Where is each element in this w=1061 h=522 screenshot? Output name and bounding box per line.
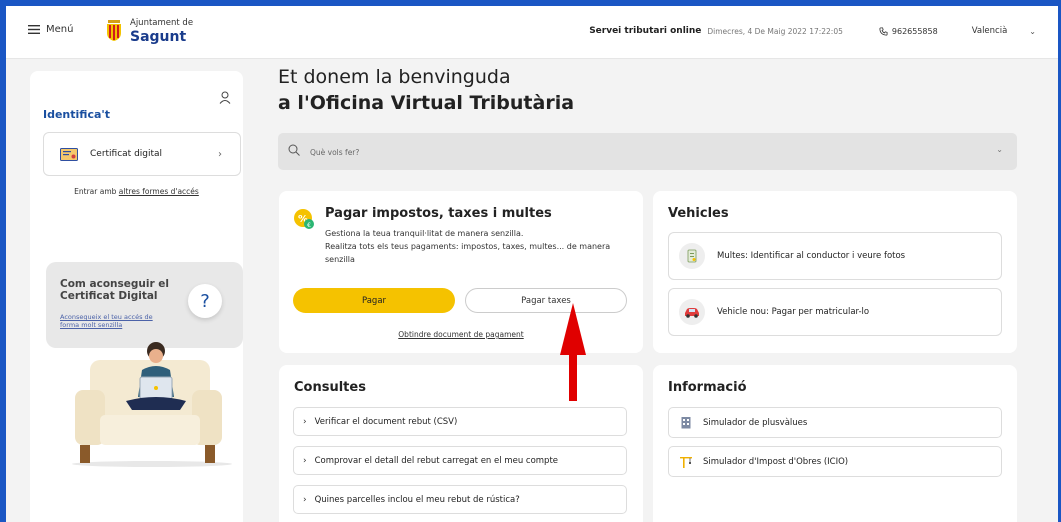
vehicles-card: Vehicles Multes: Identificar al conducto… xyxy=(653,191,1017,353)
digital-certificate-button[interactable]: Certificat digital › xyxy=(43,132,241,176)
chevron-down-icon[interactable]: ⌄ xyxy=(1029,27,1036,36)
vehicle-item-fines[interactable]: Multes: Identificar al conductor i veure… xyxy=(668,232,1002,280)
logo-subtitle: Ajuntament de xyxy=(130,18,194,28)
user-icon[interactable] xyxy=(219,91,231,104)
search-input[interactable] xyxy=(308,142,962,162)
car-icon xyxy=(679,299,705,325)
pay-button[interactable]: Pagar xyxy=(293,288,455,313)
query-item-receipt[interactable]: › Comprovar el detall del rebut carregat… xyxy=(293,446,627,475)
query-item-label: Comprovar el detall del rebut carregat e… xyxy=(314,455,559,466)
chevron-right-icon: › xyxy=(218,148,222,160)
query-item-label: Quines parcelles inclou el meu rebut de … xyxy=(314,494,520,505)
payments-line-1: Gestiona la teua tranquil·litat de maner… xyxy=(325,229,524,238)
phone-icon xyxy=(879,26,888,36)
info-item-label: Simulador d'Impost d'Obres (ICIO) xyxy=(703,456,849,467)
other-access-link[interactable]: altres formes d'accés xyxy=(119,187,199,196)
payments-description: Gestiona la teua tranquil·litat de maner… xyxy=(325,227,635,266)
info-item-icio[interactable]: Simulador d'Impost d'Obres (ICIO) xyxy=(668,446,1002,477)
query-item-parcels[interactable]: › Quines parcelles inclou el meu rebut d… xyxy=(293,485,627,514)
service-name: Servei tributari online xyxy=(589,26,702,36)
ticket-icon xyxy=(679,243,705,269)
logo[interactable]: Ajuntament de Sagunt xyxy=(104,19,193,44)
logo-title: Sagunt xyxy=(130,28,187,45)
search-bar[interactable]: ⌄ xyxy=(278,133,1017,170)
window-frame-left xyxy=(0,0,6,522)
crane-icon xyxy=(679,455,693,469)
certificate-label: Certificat digital xyxy=(90,149,163,159)
vehicle-item-label: Multes: Identificar al conductor i veure… xyxy=(717,251,906,261)
payments-card: % € Pagar impostos, taxes i multes Gesti… xyxy=(279,191,643,353)
vehicle-item-label: Vehicle nou: Pagar per matricular-lo xyxy=(717,307,870,317)
information-title: Informació xyxy=(668,380,747,395)
information-card: Informació Simulador de plusvàlues Simul… xyxy=(653,365,1017,522)
person-laptop-illustration xyxy=(72,342,232,467)
chevron-right-icon: › xyxy=(303,416,307,427)
search-icon xyxy=(288,144,300,156)
welcome-line-1: Et donem la benvinguda xyxy=(278,66,511,88)
percent-coin-icon: % € xyxy=(294,209,314,229)
payments-line-2: Realitza tots els teus pagaments: impost… xyxy=(325,242,611,264)
howto-title: Com aconseguir el Certificat Digital xyxy=(60,278,170,302)
info-item-label: Simulador de plusvàlues xyxy=(703,417,808,428)
identify-title: Identifica't xyxy=(43,108,111,121)
queries-title: Consultes xyxy=(294,380,366,395)
howto-link[interactable]: Aconsegueix el teu accés de forma molt s… xyxy=(60,313,170,329)
svg-text:€: € xyxy=(307,222,311,229)
other-access-text: Entrar amb altres formes d'accés xyxy=(30,187,243,196)
vehicles-title: Vehicles xyxy=(668,206,729,221)
language-select[interactable]: Valencià xyxy=(972,26,1008,36)
queries-card: Consultes › Verificar el document rebut … xyxy=(279,365,643,522)
chevron-right-icon: › xyxy=(303,494,307,505)
chevron-right-icon: › xyxy=(303,455,307,466)
phone-number: 962655858 xyxy=(891,26,938,36)
top-header: Menú Ajuntament de Sagunt Servei tributa… xyxy=(6,6,1058,59)
building-icon xyxy=(679,416,693,430)
pay-taxes-button[interactable]: Pagar taxes xyxy=(465,288,627,313)
certificate-icon xyxy=(60,147,78,161)
vehicle-item-new[interactable]: Vehicle nou: Pagar per matricular-lo xyxy=(668,288,1002,336)
query-item-label: Verificar el document rebut (CSV) xyxy=(314,416,458,427)
other-access-prefix: Entrar amb xyxy=(74,187,119,196)
phone-contact[interactable]: 962655858 xyxy=(879,27,938,36)
menu-label: Menú xyxy=(46,24,74,35)
chevron-down-icon[interactable]: ⌄ xyxy=(996,145,1003,154)
welcome-line-2: a l'Oficina Virtual Tributària xyxy=(278,92,575,114)
payment-document-link[interactable]: Obtindre document de pagament xyxy=(279,330,643,339)
query-item-csv[interactable]: › Verificar el document rebut (CSV) xyxy=(293,407,627,436)
current-datetime: Dimecres, 4 De Maig 2022 17:22:05 xyxy=(707,26,843,36)
info-item-plusvalua[interactable]: Simulador de plusvàlues xyxy=(668,407,1002,438)
payments-title: Pagar impostos, taxes i multes xyxy=(325,206,552,221)
question-icon: ? xyxy=(188,284,222,318)
coat-of-arms-icon xyxy=(107,20,121,42)
hamburger-icon xyxy=(28,25,40,34)
header-info: Servei tributari online Dimecres, 4 De M… xyxy=(589,26,1036,36)
annotation-arrow-up-icon xyxy=(560,303,586,401)
menu-button[interactable]: Menú xyxy=(28,24,73,35)
